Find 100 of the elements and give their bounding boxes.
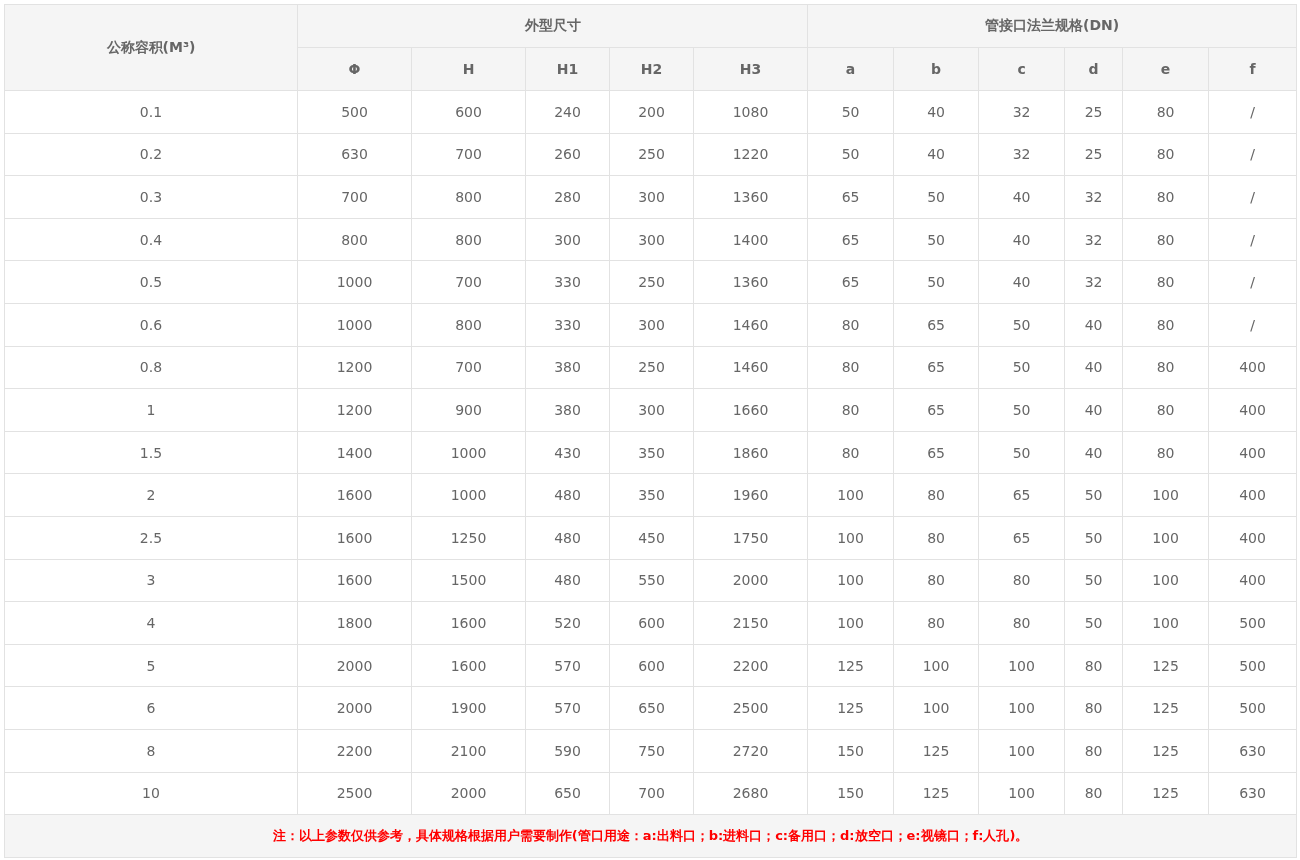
table-cell: 380 <box>525 346 610 389</box>
table-cell: 25 <box>1064 90 1123 134</box>
table-cell: 1600 <box>297 516 412 560</box>
table-cell: 32 <box>978 133 1065 176</box>
table-cell: 330 <box>525 303 610 347</box>
table-cell: 1000 <box>297 303 412 347</box>
table-cell: 260 <box>525 133 610 176</box>
table-cell: 800 <box>411 218 526 261</box>
table-cell: 550 <box>609 559 694 602</box>
table-cell: 2200 <box>297 729 412 772</box>
table-cell: 400 <box>1208 473 1297 517</box>
table-cell: 2000 <box>693 559 808 602</box>
table-cell: 1460 <box>693 346 808 389</box>
table-cell: 400 <box>1208 516 1297 560</box>
table-cell: 80 <box>1122 133 1209 176</box>
table-cell: 50 <box>807 90 894 134</box>
table-cell: 100 <box>1122 473 1209 517</box>
table-cell: 0.2 <box>4 133 298 176</box>
table-cell: 1360 <box>693 260 808 304</box>
table-cell: 32 <box>1064 175 1123 219</box>
table-cell: 630 <box>1208 729 1297 772</box>
table-cell: 330 <box>525 260 610 304</box>
table-cell: 700 <box>411 346 526 389</box>
table-cell: 1900 <box>411 686 526 730</box>
table-cell: 300 <box>609 388 694 432</box>
table-cell: 125 <box>1122 686 1209 730</box>
table-cell: 80 <box>893 601 979 645</box>
table-cell: 80 <box>1122 260 1209 304</box>
table-cell: 80 <box>1122 218 1209 261</box>
table-cell: 100 <box>978 729 1065 772</box>
table-cell: / <box>1208 303 1297 347</box>
table-cell: 50 <box>893 175 979 219</box>
table-cell: 65 <box>893 431 979 474</box>
table-cell: 80 <box>1122 175 1209 219</box>
table-cell: 80 <box>1122 90 1209 134</box>
table-cell: 80 <box>893 516 979 560</box>
column-header: e <box>1122 47 1209 91</box>
table-cell: 1080 <box>693 90 808 134</box>
table-cell: 40 <box>978 260 1065 304</box>
table-cell: 2150 <box>693 601 808 645</box>
table-cell: 300 <box>525 218 610 261</box>
table-cell: 200 <box>609 90 694 134</box>
table-cell: 2.5 <box>4 516 298 560</box>
table-cell: 25 <box>1064 133 1123 176</box>
table-cell: 125 <box>807 644 894 687</box>
table-cell: 1600 <box>411 601 526 645</box>
table-cell: 250 <box>609 133 694 176</box>
table-cell: 600 <box>411 90 526 134</box>
table-cell: 1460 <box>693 303 808 347</box>
table-cell: 2680 <box>693 772 808 815</box>
table-cell: 1750 <box>693 516 808 560</box>
table-cell: 1400 <box>297 431 412 474</box>
table-cell: 80 <box>1122 431 1209 474</box>
table-cell: 100 <box>978 686 1065 730</box>
table-cell: 125 <box>1122 644 1209 687</box>
table-cell: 1000 <box>411 473 526 517</box>
table-cell: 800 <box>411 303 526 347</box>
table-cell: 700 <box>411 133 526 176</box>
table-cell: 1800 <box>297 601 412 645</box>
table-cell: 100 <box>1122 559 1209 602</box>
table-cell: 1960 <box>693 473 808 517</box>
table-cell: 65 <box>893 346 979 389</box>
table-cell: 350 <box>609 473 694 517</box>
table-cell: 1250 <box>411 516 526 560</box>
table-cell: 1000 <box>411 431 526 474</box>
table-cell: 1200 <box>297 388 412 432</box>
table-cell: 2000 <box>297 686 412 730</box>
table-cell: 3 <box>4 559 298 602</box>
table-cell: 65 <box>978 516 1065 560</box>
column-header: d <box>1064 47 1123 91</box>
table-cell: 650 <box>609 686 694 730</box>
table-cell: 750 <box>609 729 694 772</box>
table-cell: 250 <box>609 346 694 389</box>
table-cell: 500 <box>1208 601 1297 645</box>
table-cell: 1200 <box>297 346 412 389</box>
column-header: H1 <box>525 47 610 91</box>
table-cell: 65 <box>893 303 979 347</box>
table-cell: 80 <box>893 473 979 517</box>
table-cell: 150 <box>807 729 894 772</box>
table-cell: / <box>1208 133 1297 176</box>
table-cell: 32 <box>1064 260 1123 304</box>
table-cell: 40 <box>893 133 979 176</box>
table-cell: 2100 <box>411 729 526 772</box>
table-cell: 80 <box>1064 644 1123 687</box>
table-cell: 480 <box>525 559 610 602</box>
table-cell: 32 <box>978 90 1065 134</box>
table-cell: 0.1 <box>4 90 298 134</box>
table-cell: 50 <box>978 303 1065 347</box>
table-cell: 900 <box>411 388 526 432</box>
table-cell: 50 <box>978 431 1065 474</box>
table-cell: 100 <box>807 601 894 645</box>
table-cell: 80 <box>1122 346 1209 389</box>
table-cell: 80 <box>1064 772 1123 815</box>
table-cell: 1660 <box>693 388 808 432</box>
table-cell: 80 <box>807 303 894 347</box>
table-cell: 5 <box>4 644 298 687</box>
table-cell: 100 <box>1122 601 1209 645</box>
column-header: c <box>978 47 1065 91</box>
table-cell: 100 <box>978 772 1065 815</box>
table-cell: 520 <box>525 601 610 645</box>
